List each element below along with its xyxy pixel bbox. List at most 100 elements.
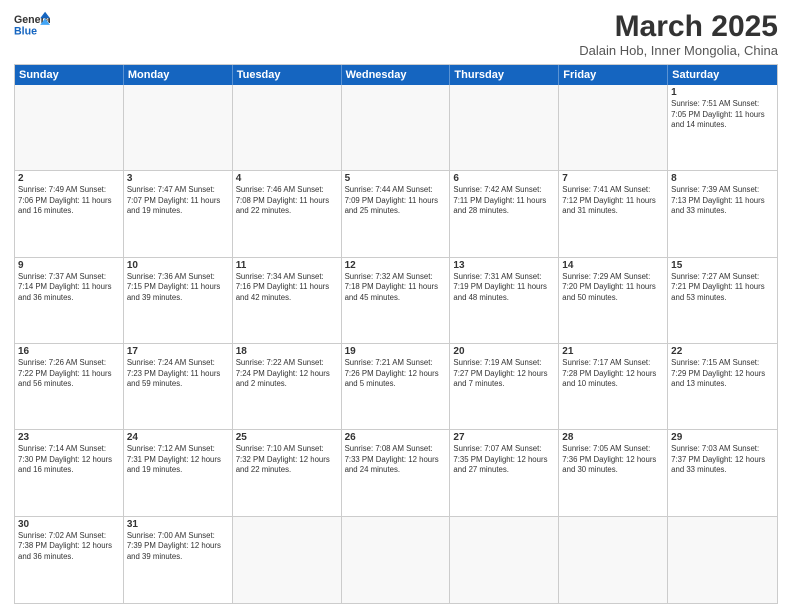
subtitle: Dalain Hob, Inner Mongolia, China bbox=[579, 43, 778, 58]
day-number-5: 5 bbox=[345, 173, 447, 184]
cal-cell-w5-d4 bbox=[450, 517, 559, 603]
day-info-1: Sunrise: 7:51 AM Sunset: 7:05 PM Dayligh… bbox=[671, 99, 774, 131]
day-number-29: 29 bbox=[671, 432, 774, 443]
cal-cell-w2-d1: 10Sunrise: 7:36 AM Sunset: 7:15 PM Dayli… bbox=[124, 258, 233, 343]
day-number-1: 1 bbox=[671, 87, 774, 98]
day-info-17: Sunrise: 7:24 AM Sunset: 7:23 PM Dayligh… bbox=[127, 358, 229, 390]
cal-cell-w4-d0: 23Sunrise: 7:14 AM Sunset: 7:30 PM Dayli… bbox=[15, 430, 124, 515]
day-number-15: 15 bbox=[671, 260, 774, 271]
day-info-15: Sunrise: 7:27 AM Sunset: 7:21 PM Dayligh… bbox=[671, 272, 774, 304]
day-info-27: Sunrise: 7:07 AM Sunset: 7:35 PM Dayligh… bbox=[453, 444, 555, 476]
cal-cell-w1-d0: 2Sunrise: 7:49 AM Sunset: 7:06 PM Daylig… bbox=[15, 171, 124, 256]
day-info-14: Sunrise: 7:29 AM Sunset: 7:20 PM Dayligh… bbox=[562, 272, 664, 304]
header-thursday: Thursday bbox=[450, 65, 559, 85]
day-info-2: Sunrise: 7:49 AM Sunset: 7:06 PM Dayligh… bbox=[18, 185, 120, 217]
calendar-body: 1Sunrise: 7:51 AM Sunset: 7:05 PM Daylig… bbox=[15, 85, 777, 603]
calendar: Sunday Monday Tuesday Wednesday Thursday… bbox=[14, 64, 778, 604]
week-row-5: 30Sunrise: 7:02 AM Sunset: 7:38 PM Dayli… bbox=[15, 517, 777, 603]
header: General Blue March 2025 Dalain Hob, Inne… bbox=[14, 10, 778, 58]
cal-cell-w0-d2 bbox=[233, 85, 342, 170]
day-number-9: 9 bbox=[18, 260, 120, 271]
day-number-30: 30 bbox=[18, 519, 120, 530]
svg-text:Blue: Blue bbox=[14, 26, 37, 38]
day-number-27: 27 bbox=[453, 432, 555, 443]
week-row-4: 23Sunrise: 7:14 AM Sunset: 7:30 PM Dayli… bbox=[15, 430, 777, 516]
day-number-18: 18 bbox=[236, 346, 338, 357]
day-number-26: 26 bbox=[345, 432, 447, 443]
day-info-10: Sunrise: 7:36 AM Sunset: 7:15 PM Dayligh… bbox=[127, 272, 229, 304]
day-number-23: 23 bbox=[18, 432, 120, 443]
day-number-31: 31 bbox=[127, 519, 229, 530]
cal-cell-w2-d3: 12Sunrise: 7:32 AM Sunset: 7:18 PM Dayli… bbox=[342, 258, 451, 343]
cal-cell-w3-d1: 17Sunrise: 7:24 AM Sunset: 7:23 PM Dayli… bbox=[124, 344, 233, 429]
cal-cell-w3-d6: 22Sunrise: 7:15 AM Sunset: 7:29 PM Dayli… bbox=[668, 344, 777, 429]
cal-cell-w5-d1: 31Sunrise: 7:00 AM Sunset: 7:39 PM Dayli… bbox=[124, 517, 233, 603]
day-info-11: Sunrise: 7:34 AM Sunset: 7:16 PM Dayligh… bbox=[236, 272, 338, 304]
header-sunday: Sunday bbox=[15, 65, 124, 85]
day-info-26: Sunrise: 7:08 AM Sunset: 7:33 PM Dayligh… bbox=[345, 444, 447, 476]
day-info-29: Sunrise: 7:03 AM Sunset: 7:37 PM Dayligh… bbox=[671, 444, 774, 476]
cal-cell-w3-d3: 19Sunrise: 7:21 AM Sunset: 7:26 PM Dayli… bbox=[342, 344, 451, 429]
day-info-8: Sunrise: 7:39 AM Sunset: 7:13 PM Dayligh… bbox=[671, 185, 774, 217]
cal-cell-w1-d3: 5Sunrise: 7:44 AM Sunset: 7:09 PM Daylig… bbox=[342, 171, 451, 256]
day-number-24: 24 bbox=[127, 432, 229, 443]
cal-cell-w1-d2: 4Sunrise: 7:46 AM Sunset: 7:08 PM Daylig… bbox=[233, 171, 342, 256]
header-wednesday: Wednesday bbox=[342, 65, 451, 85]
day-number-22: 22 bbox=[671, 346, 774, 357]
day-info-24: Sunrise: 7:12 AM Sunset: 7:31 PM Dayligh… bbox=[127, 444, 229, 476]
cal-cell-w5-d2 bbox=[233, 517, 342, 603]
cal-cell-w4-d1: 24Sunrise: 7:12 AM Sunset: 7:31 PM Dayli… bbox=[124, 430, 233, 515]
cal-cell-w0-d3 bbox=[342, 85, 451, 170]
day-info-3: Sunrise: 7:47 AM Sunset: 7:07 PM Dayligh… bbox=[127, 185, 229, 217]
day-number-14: 14 bbox=[562, 260, 664, 271]
day-info-7: Sunrise: 7:41 AM Sunset: 7:12 PM Dayligh… bbox=[562, 185, 664, 217]
day-info-23: Sunrise: 7:14 AM Sunset: 7:30 PM Dayligh… bbox=[18, 444, 120, 476]
day-info-22: Sunrise: 7:15 AM Sunset: 7:29 PM Dayligh… bbox=[671, 358, 774, 390]
cal-cell-w0-d6: 1Sunrise: 7:51 AM Sunset: 7:05 PM Daylig… bbox=[668, 85, 777, 170]
general-blue-logo-icon: General Blue bbox=[14, 10, 50, 38]
cal-cell-w0-d0 bbox=[15, 85, 124, 170]
day-info-18: Sunrise: 7:22 AM Sunset: 7:24 PM Dayligh… bbox=[236, 358, 338, 390]
header-saturday: Saturday bbox=[668, 65, 777, 85]
cal-cell-w4-d6: 29Sunrise: 7:03 AM Sunset: 7:37 PM Dayli… bbox=[668, 430, 777, 515]
day-number-12: 12 bbox=[345, 260, 447, 271]
cal-cell-w0-d4 bbox=[450, 85, 559, 170]
day-number-17: 17 bbox=[127, 346, 229, 357]
header-friday: Friday bbox=[559, 65, 668, 85]
day-info-28: Sunrise: 7:05 AM Sunset: 7:36 PM Dayligh… bbox=[562, 444, 664, 476]
cal-cell-w2-d4: 13Sunrise: 7:31 AM Sunset: 7:19 PM Dayli… bbox=[450, 258, 559, 343]
day-number-7: 7 bbox=[562, 173, 664, 184]
cal-cell-w0-d5 bbox=[559, 85, 668, 170]
day-number-20: 20 bbox=[453, 346, 555, 357]
day-info-4: Sunrise: 7:46 AM Sunset: 7:08 PM Dayligh… bbox=[236, 185, 338, 217]
logo: General Blue bbox=[14, 10, 50, 38]
header-monday: Monday bbox=[124, 65, 233, 85]
day-info-6: Sunrise: 7:42 AM Sunset: 7:11 PM Dayligh… bbox=[453, 185, 555, 217]
cal-cell-w3-d2: 18Sunrise: 7:22 AM Sunset: 7:24 PM Dayli… bbox=[233, 344, 342, 429]
day-info-25: Sunrise: 7:10 AM Sunset: 7:32 PM Dayligh… bbox=[236, 444, 338, 476]
week-row-0: 1Sunrise: 7:51 AM Sunset: 7:05 PM Daylig… bbox=[15, 85, 777, 171]
day-number-19: 19 bbox=[345, 346, 447, 357]
week-row-2: 9Sunrise: 7:37 AM Sunset: 7:14 PM Daylig… bbox=[15, 258, 777, 344]
cal-cell-w3-d4: 20Sunrise: 7:19 AM Sunset: 7:27 PM Dayli… bbox=[450, 344, 559, 429]
day-number-28: 28 bbox=[562, 432, 664, 443]
cal-cell-w2-d2: 11Sunrise: 7:34 AM Sunset: 7:16 PM Dayli… bbox=[233, 258, 342, 343]
day-info-9: Sunrise: 7:37 AM Sunset: 7:14 PM Dayligh… bbox=[18, 272, 120, 304]
cal-cell-w0-d1 bbox=[124, 85, 233, 170]
cal-cell-w5-d5 bbox=[559, 517, 668, 603]
day-info-16: Sunrise: 7:26 AM Sunset: 7:22 PM Dayligh… bbox=[18, 358, 120, 390]
day-number-16: 16 bbox=[18, 346, 120, 357]
cal-cell-w4-d3: 26Sunrise: 7:08 AM Sunset: 7:33 PM Dayli… bbox=[342, 430, 451, 515]
calendar-header: Sunday Monday Tuesday Wednesday Thursday… bbox=[15, 65, 777, 85]
cal-cell-w3-d5: 21Sunrise: 7:17 AM Sunset: 7:28 PM Dayli… bbox=[559, 344, 668, 429]
day-number-13: 13 bbox=[453, 260, 555, 271]
day-info-31: Sunrise: 7:00 AM Sunset: 7:39 PM Dayligh… bbox=[127, 531, 229, 563]
cal-cell-w4-d4: 27Sunrise: 7:07 AM Sunset: 7:35 PM Dayli… bbox=[450, 430, 559, 515]
cal-cell-w2-d0: 9Sunrise: 7:37 AM Sunset: 7:14 PM Daylig… bbox=[15, 258, 124, 343]
cal-cell-w1-d4: 6Sunrise: 7:42 AM Sunset: 7:11 PM Daylig… bbox=[450, 171, 559, 256]
cal-cell-w2-d6: 15Sunrise: 7:27 AM Sunset: 7:21 PM Dayli… bbox=[668, 258, 777, 343]
week-row-1: 2Sunrise: 7:49 AM Sunset: 7:06 PM Daylig… bbox=[15, 171, 777, 257]
cal-cell-w3-d0: 16Sunrise: 7:26 AM Sunset: 7:22 PM Dayli… bbox=[15, 344, 124, 429]
cal-cell-w5-d6 bbox=[668, 517, 777, 603]
cal-cell-w2-d5: 14Sunrise: 7:29 AM Sunset: 7:20 PM Dayli… bbox=[559, 258, 668, 343]
